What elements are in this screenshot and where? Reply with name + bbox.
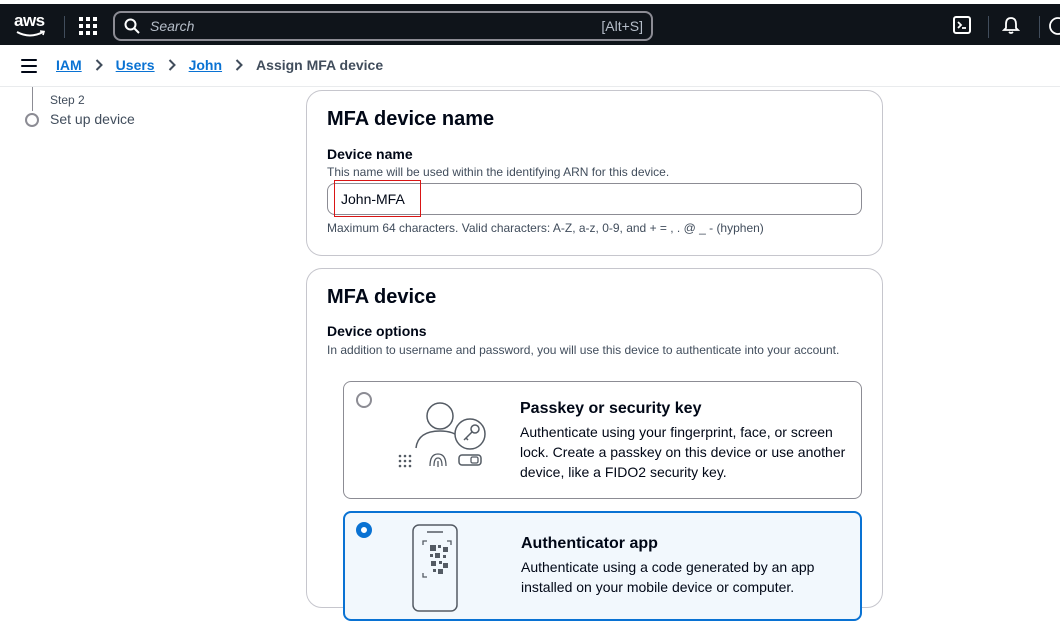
option-card-authenticator-app[interactable]: Authenticator app Authenticate using a c… [343,511,862,621]
search-shortcut-hint: [Alt+S] [601,18,643,34]
search-bar[interactable]: Search [Alt+S] [113,11,653,41]
nav-divider [988,16,989,38]
authenticator-app-option-description: Authenticate using a code generated by a… [521,559,815,595]
breadcrumb: IAM Users John Assign MFA device [56,57,383,73]
device-name-field[interactable]: John-MFA [327,183,862,215]
authenticator-app-radio[interactable] [356,522,372,538]
chevron-right-icon [235,59,243,71]
authenticator-app-option-title: Authenticator app [521,535,658,552]
search-input[interactable]: Search [150,18,194,34]
notifications-bell-icon[interactable] [1002,16,1020,35]
device-name-label: Device name [327,146,413,162]
step-status-circle-icon [25,113,39,127]
cloudshell-icon[interactable] [953,16,971,34]
passkey-option-title: Passkey or security key [520,400,702,417]
device-name-constraint: Maximum 64 characters. Valid characters:… [327,221,764,235]
passkey-radio[interactable] [356,392,372,408]
aws-logo[interactable]: aws [14,11,50,39]
top-navigation-bar: aws Search [Alt+S] [0,0,1060,45]
device-name-description: This name will be used within the identi… [327,165,670,179]
passkey-illustration-icon [398,402,486,468]
chevron-right-icon [168,59,176,71]
panel-heading: MFA device [327,286,437,308]
aws-smile-icon [16,30,46,37]
breadcrumb-link-john[interactable]: John [189,57,222,73]
device-options-label: Device options [327,323,427,339]
step-connector-line [32,87,33,111]
authenticator-app-illustration-icon [412,524,458,612]
search-icon [124,18,140,34]
mfa-device-panel: MFA device Device options In addition to… [306,268,883,621]
aws-logo-text: aws [14,11,45,30]
step-number: Step 2 [50,93,85,107]
breadcrumb-current-page: Assign MFA device [256,57,384,73]
step-title[interactable]: Set up device [50,111,135,127]
mfa-device-name-panel: MFA device name Device name This name wi… [306,90,883,256]
device-options-description: In addition to username and password, yo… [327,343,840,357]
help-icon[interactable] [1048,16,1060,36]
services-grid-icon[interactable] [79,17,97,35]
nav-divider [1039,16,1040,38]
nav-divider [64,16,65,38]
device-name-value[interactable]: John-MFA [341,191,405,207]
passkey-option-description: Authenticate using your fingerprint, fac… [520,424,846,480]
chevron-right-icon [95,59,103,71]
breadcrumb-link-users[interactable]: Users [116,57,155,73]
menu-hamburger-icon[interactable] [21,59,37,73]
breadcrumb-link-iam[interactable]: IAM [56,57,82,73]
panel-heading: MFA device name [327,108,495,130]
option-card-passkey[interactable]: Passkey or security key Authenticate usi… [343,381,862,499]
breadcrumb-bar: IAM Users John Assign MFA device [0,45,1060,87]
